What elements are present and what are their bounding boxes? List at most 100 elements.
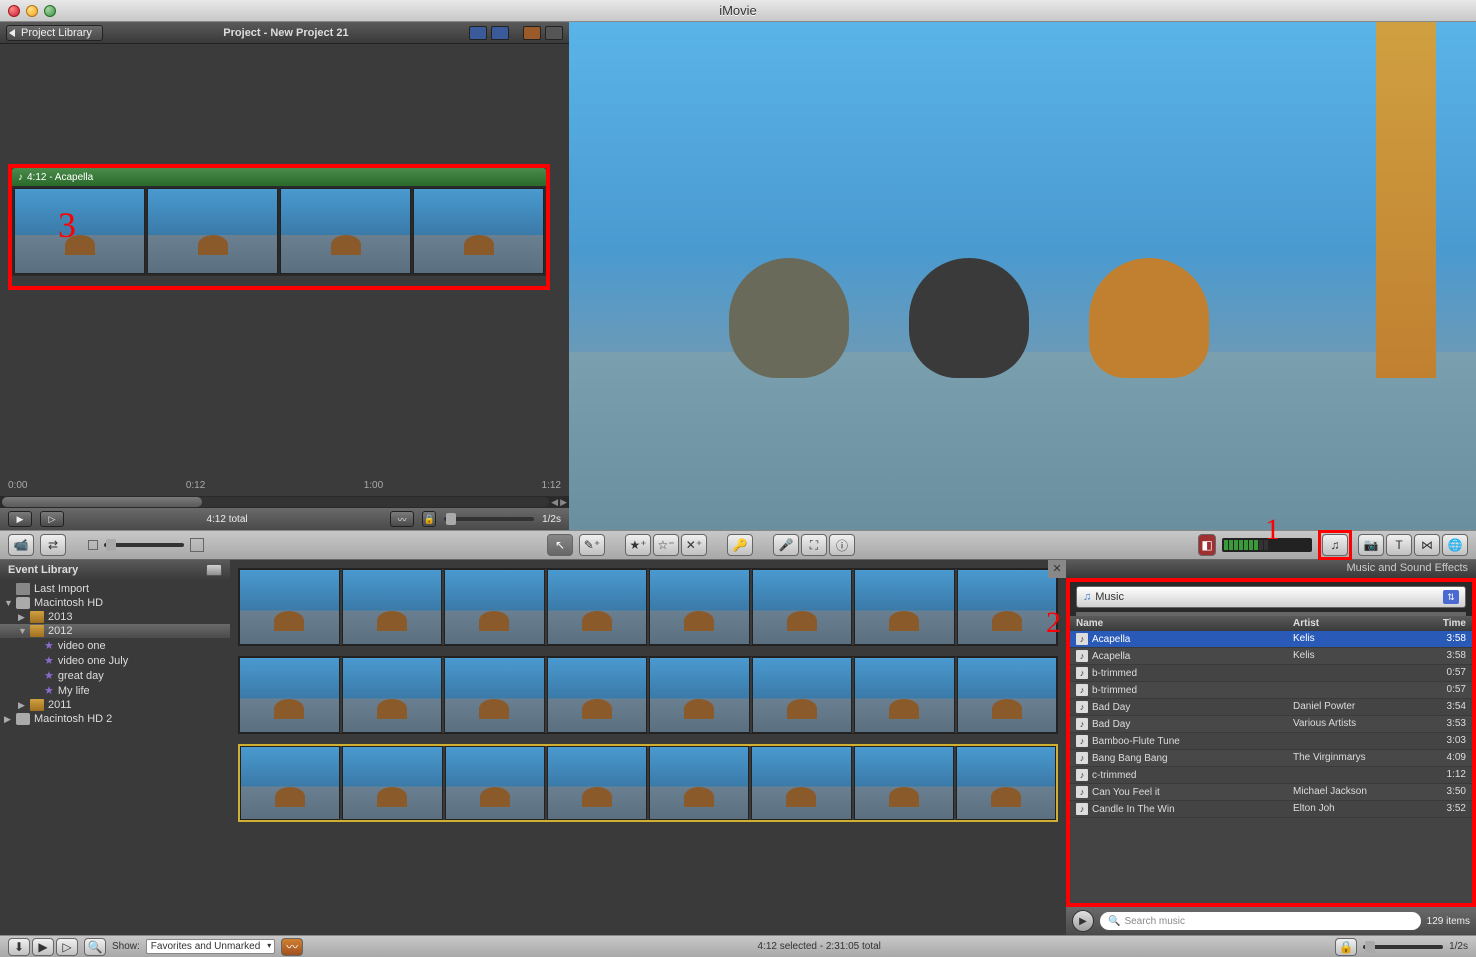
disclosure-triangle[interactable]: ▶ (18, 700, 26, 711)
tree-item[interactable]: ★My life (0, 683, 230, 698)
tree-item[interactable]: ▼ 2012 (0, 624, 230, 638)
disclosure-triangle[interactable]: ▶ (18, 612, 26, 623)
scroll-left-icon[interactable]: ◀ (549, 497, 560, 508)
event-tree[interactable]: Last Import▼Macintosh HD▶2013▼2012★video… (0, 580, 230, 935)
track-artist: Kelis (1287, 631, 1422, 647)
clip-audio-track[interactable]: ♪ 4:12 - Acapella (12, 168, 546, 186)
crop-button[interactable]: ⛶ (801, 534, 827, 556)
clip-frame[interactable] (14, 188, 145, 274)
project-scrollbar[interactable]: ◀ ▶ (0, 496, 569, 508)
event-clip-row[interactable] (238, 568, 1058, 646)
tree-item-label: 2012 (48, 625, 72, 637)
thumbnail-lock-icon[interactable]: 🔒 (422, 511, 436, 527)
clip-frame[interactable] (147, 188, 278, 274)
thumbnail-lock-icon[interactable]: 🔒 (1335, 938, 1357, 956)
scroll-right-icon[interactable]: ▶ (560, 497, 567, 508)
view-toggle-fullscreen[interactable] (545, 26, 563, 40)
music-row[interactable]: ♪Bang Bang BangThe Virginmarys4:09 (1070, 750, 1472, 767)
maps-browser-button[interactable]: 🌐 (1442, 534, 1468, 556)
tree-item[interactable]: ★video one July (0, 653, 230, 668)
scroll-thumb[interactable] (2, 497, 202, 507)
event-clips-pane[interactable] (230, 560, 1066, 935)
music-browser-button[interactable]: ♫ (1322, 534, 1348, 556)
frame-size-slider[interactable] (104, 543, 184, 547)
show-filter-select[interactable]: Favorites and Unmarked (146, 939, 276, 954)
tree-item-label: great day (58, 670, 104, 682)
arrow-tool-button[interactable]: ↖ (547, 534, 573, 556)
titles-browser-button[interactable]: T (1386, 534, 1412, 556)
frame-size-large-icon (190, 538, 204, 552)
clip-filmstrip[interactable] (12, 186, 546, 276)
hard-drive-icon[interactable] (206, 564, 222, 576)
tree-item[interactable]: ▼Macintosh HD (0, 596, 230, 610)
view-toggle-swap[interactable] (523, 26, 541, 40)
thumbnail-zoom-slider[interactable] (444, 517, 534, 521)
column-header-artist[interactable]: Artist (1287, 616, 1422, 631)
audio-skim-button[interactable]: 〰 (390, 511, 414, 527)
music-row[interactable]: ♪AcapellaKelis3:58 (1070, 648, 1472, 665)
tree-item[interactable]: Last Import (0, 582, 230, 596)
inspector-button[interactable]: ⓘ (829, 534, 855, 556)
music-row[interactable]: ♪AcapellaKelis3:58 (1070, 631, 1472, 648)
import-button[interactable]: ⬇ (8, 938, 30, 956)
tree-item[interactable]: ▶Macintosh HD 2 (0, 712, 230, 726)
tree-item[interactable]: ▶2011 (0, 698, 230, 712)
event-clip-row[interactable] (238, 656, 1058, 734)
music-source-select[interactable]: ♫ Music ⇅ (1076, 586, 1466, 608)
music-note-icon: ♪ (1076, 735, 1088, 747)
waveform-toggle-button[interactable]: 〰 (281, 938, 303, 956)
annotation-1: 1 (1265, 513, 1280, 547)
import-camera-button[interactable]: 📹 (8, 534, 34, 556)
track-time: 3:58 (1422, 631, 1472, 647)
view-toggle-vertical[interactable] (491, 26, 509, 40)
search-music-input[interactable]: 🔍 Search music (1100, 912, 1421, 930)
disclosure-triangle[interactable]: ▶ (4, 714, 12, 725)
preview-play-button[interactable]: ▶ (1072, 910, 1094, 932)
play-fullscreen-button[interactable]: ▶ (32, 938, 54, 956)
event-zoom-slider[interactable] (1363, 945, 1443, 949)
music-row[interactable]: ♪Bad DayDaniel Powter3:54 (1070, 699, 1472, 716)
voiceover-button[interactable]: 🎤 (773, 534, 799, 556)
search-events-button[interactable]: 🔍 (84, 938, 106, 956)
music-note-icon: ♪ (18, 172, 23, 183)
event-zoom-label: 1/2s (1449, 941, 1468, 952)
music-table[interactable]: Name Artist Time ♪AcapellaKelis3:58♪Acap… (1070, 616, 1472, 903)
transitions-browser-button[interactable]: ⋈ (1414, 534, 1440, 556)
play-selection-button[interactable]: ▷ (56, 938, 78, 956)
favorite-button[interactable]: ★⁺ (625, 534, 651, 556)
edit-tool-button[interactable]: ✎⁺ (579, 534, 605, 556)
project-library-back-button[interactable]: Project Library (6, 25, 103, 41)
clip-frame[interactable] (280, 188, 411, 274)
music-row[interactable]: ♪Bamboo-Flute Tune3:03 (1070, 733, 1472, 750)
disclosure-triangle[interactable]: ▼ (18, 626, 26, 636)
music-row[interactable]: ♪c-trimmed1:12 (1070, 767, 1472, 784)
tree-item[interactable]: ▶2013 (0, 610, 230, 624)
keyword-tool-button[interactable]: 🔑 (727, 534, 753, 556)
close-panel-button[interactable]: ✕ (1048, 560, 1066, 578)
tree-item[interactable]: ★video one (0, 638, 230, 653)
reject-button[interactable]: ✕⁺ (681, 534, 707, 556)
clip-frame[interactable] (413, 188, 544, 274)
unmark-button[interactable]: ☆⁻ (653, 534, 679, 556)
music-row[interactable]: ♪Bad DayVarious Artists3:53 (1070, 716, 1472, 733)
disclosure-triangle[interactable]: ▼ (4, 598, 12, 608)
play-from-start-button[interactable]: ▷ (40, 511, 64, 527)
music-row[interactable]: ♪b-trimmed0:57 (1070, 682, 1472, 699)
music-row[interactable]: ♪Candle In The WinElton Joh3:52 (1070, 801, 1472, 818)
column-header-time[interactable]: Time (1422, 616, 1472, 631)
column-header-name[interactable]: Name (1070, 616, 1287, 631)
cal-icon (30, 611, 44, 623)
music-row[interactable]: ♪Can You Feel itMichael Jackson3:50 (1070, 784, 1472, 801)
swap-events-button[interactable]: ⇄ (40, 534, 66, 556)
tree-item[interactable]: ★great day (0, 668, 230, 683)
photo-browser-button[interactable]: 📷 (1358, 534, 1384, 556)
viewer[interactable] (569, 22, 1476, 530)
track-artist (1287, 733, 1422, 749)
play-button[interactable]: ▶ (8, 511, 32, 527)
clip-audio-label: 4:12 - Acapella (27, 172, 93, 183)
music-row[interactable]: ♪b-trimmed0:57 (1070, 665, 1472, 682)
view-toggle-horizontal[interactable] (469, 26, 487, 40)
search-placeholder: Search music (1124, 916, 1185, 927)
event-clip-row[interactable] (238, 744, 1058, 822)
show-label: Show: (112, 941, 140, 952)
